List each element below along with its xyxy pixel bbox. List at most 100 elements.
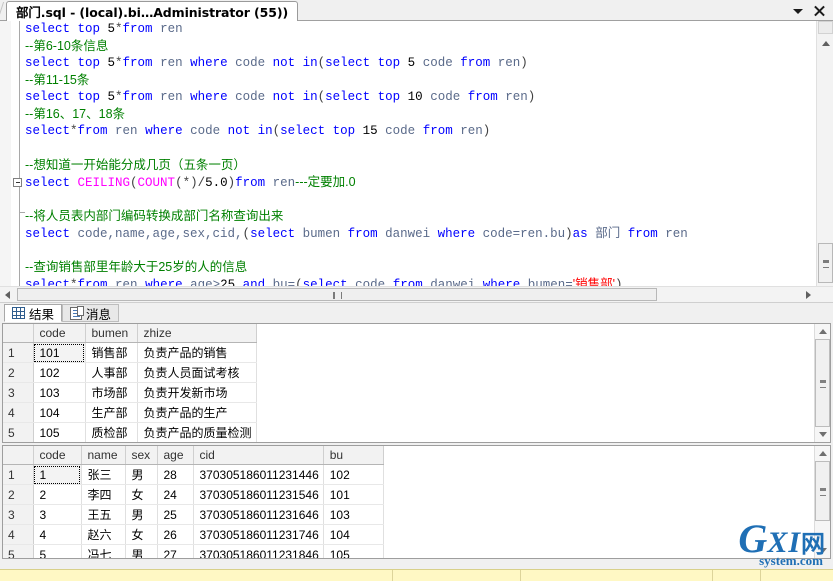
cell-bumen[interactable]: 市场部 (85, 382, 138, 403)
cell-sex[interactable]: 女 (125, 524, 158, 545)
cell-age[interactable]: 26 (157, 524, 194, 545)
table-row[interactable]: 2 102 人事部 负责人员面试考核 (3, 362, 257, 383)
column-header[interactable]: sex (125, 446, 158, 465)
table-row[interactable]: 5 105 质检部 负责产品的质量检测 (3, 422, 257, 442)
table-row[interactable]: 2 2 李四女 24 370305186011231546 101 (3, 484, 384, 505)
scroll-up-arrow-icon[interactable] (818, 35, 833, 51)
cell-code[interactable]: 2 (33, 484, 82, 505)
cell-age[interactable]: 28 (157, 464, 194, 485)
cell-zhize[interactable]: 负责产品的生产 (137, 402, 257, 423)
cell-bu[interactable]: 101 (323, 484, 384, 505)
cell-sex[interactable]: 男 (125, 504, 158, 525)
results-grid-departments[interactable]: code bumen zhize 1 101 销售部 负责产品的销售 2 102 人事部 负责人员面… (2, 323, 831, 443)
cell-zhize[interactable]: 负责人员面试考核 (137, 362, 257, 383)
cell-age[interactable]: 25 (157, 504, 194, 525)
sql-code-text[interactable]: select top 5*from ren --第6-10条信息 select to… (25, 21, 816, 302)
chevron-down-icon[interactable] (793, 5, 804, 16)
cell-cid[interactable]: 370305186011231646 (193, 504, 324, 525)
column-header[interactable]: code (33, 324, 86, 343)
table-row[interactable]: 4 4 赵六女 26 370305186011231746 104 (3, 524, 384, 545)
cell-zhize[interactable]: 负责产品的销售 (137, 342, 257, 363)
sql-editor-pane[interactable]: select top 5*from ren --第6-10条信息 select to… (0, 21, 833, 302)
table-row[interactable]: 3 3 王五男 25 370305186011231646 103 (3, 504, 384, 525)
row-number[interactable]: 4 (3, 402, 34, 423)
cell-sex[interactable]: 女 (125, 484, 158, 505)
cell-code[interactable]: 105 (33, 422, 86, 442)
grid2-vscroll-thumb[interactable] (815, 461, 830, 521)
cell-cid[interactable]: 370305186011231446 (193, 464, 324, 485)
cell-cid[interactable]: 370305186011231546 (193, 484, 324, 505)
cell-name[interactable]: 张三 (81, 464, 126, 485)
tab-results[interactable]: 结果 (4, 304, 63, 322)
column-header[interactable]: zhize (137, 324, 257, 343)
row-number[interactable]: 3 (3, 382, 34, 403)
grid1-vscroll-thumb[interactable] (815, 339, 830, 427)
tab-messages[interactable]: 消息 (62, 304, 120, 322)
cell-bu[interactable]: 102 (323, 464, 384, 485)
close-icon[interactable] (813, 4, 826, 17)
cell-code[interactable]: 5 (33, 544, 82, 558)
editor-vertical-scrollbar[interactable] (816, 21, 833, 302)
table-row[interactable]: 4 104 生产部 负责产品的生产 (3, 402, 257, 423)
column-header[interactable]: cid (193, 446, 324, 465)
cell-code[interactable]: 104 (33, 402, 86, 423)
editor-horizontal-scrollbar[interactable] (0, 286, 833, 302)
scroll-up-arrow-icon[interactable] (815, 446, 830, 461)
document-tab-active[interactable]: 部门.sql - (local).bi…Administrator (55)) (6, 1, 299, 21)
cell-bumen[interactable]: 生产部 (85, 402, 138, 423)
row-number[interactable]: 5 (3, 422, 34, 442)
cell-code[interactable]: 1 (33, 464, 82, 485)
cell-age[interactable]: 27 (157, 544, 194, 558)
grid1-vertical-scrollbar[interactable] (814, 324, 830, 442)
cell-sex[interactable]: 男 (125, 464, 158, 485)
scroll-up-arrow-icon[interactable] (815, 324, 830, 339)
cell-code[interactable]: 4 (33, 524, 82, 545)
cell-age[interactable]: 24 (157, 484, 194, 505)
table-row[interactable]: 1 1 张三男 28 370305186011231446 102 (3, 464, 384, 485)
cell-zhize[interactable]: 负责开发新市场 (137, 382, 257, 403)
scroll-down-arrow-icon[interactable] (815, 427, 830, 442)
cell-name[interactable]: 李四 (81, 484, 126, 505)
cell-bu[interactable]: 103 (323, 504, 384, 525)
row-number[interactable]: 2 (3, 484, 34, 505)
cell-bumen[interactable]: 质检部 (85, 422, 138, 442)
scroll-right-arrow-icon[interactable] (800, 287, 816, 302)
editor-vscroll-thumb[interactable] (818, 243, 833, 283)
scroll-down-arrow-icon[interactable] (815, 543, 830, 558)
scroll-left-arrow-icon[interactable] (0, 287, 16, 302)
column-header[interactable]: code (33, 446, 82, 465)
fold-collapse-box[interactable] (13, 178, 22, 187)
cell-name[interactable]: 赵六 (81, 524, 126, 545)
column-header[interactable] (3, 324, 34, 343)
cell-name[interactable]: 王五 (81, 504, 126, 525)
column-header[interactable]: bumen (85, 324, 138, 343)
cell-code[interactable]: 3 (33, 504, 82, 525)
cell-code[interactable]: 103 (33, 382, 86, 403)
cell-bu[interactable]: 104 (323, 524, 384, 545)
cell-bu[interactable]: 105 (323, 544, 384, 558)
results-grid-people[interactable]: code name sex age cid bu 1 1 张三男 28 37030518601123… (2, 445, 831, 559)
cell-cid[interactable]: 370305186011231746 (193, 524, 324, 545)
editor-split-button[interactable] (818, 21, 833, 34)
cell-bumen[interactable]: 销售部 (85, 342, 138, 363)
column-header[interactable]: age (157, 446, 194, 465)
row-number[interactable]: 1 (3, 342, 34, 363)
table-row[interactable]: 5 5 冯七男 27 370305186011231846 105 (3, 544, 384, 558)
cell-bumen[interactable]: 人事部 (85, 362, 138, 383)
cell-code[interactable]: 102 (33, 362, 86, 383)
cell-sex[interactable]: 男 (125, 544, 158, 558)
row-number[interactable]: 5 (3, 544, 34, 558)
row-number[interactable]: 4 (3, 524, 34, 545)
cell-code[interactable]: 101 (33, 342, 86, 363)
table-row[interactable]: 1 101 销售部 负责产品的销售 (3, 342, 257, 363)
row-number[interactable]: 2 (3, 362, 34, 383)
column-header[interactable] (3, 446, 34, 465)
table-row[interactable]: 3 103 市场部 负责开发新市场 (3, 382, 257, 403)
row-number[interactable]: 1 (3, 464, 34, 485)
column-header[interactable]: bu (323, 446, 384, 465)
row-number[interactable]: 3 (3, 504, 34, 525)
cell-name[interactable]: 冯七 (81, 544, 126, 558)
column-header[interactable]: name (81, 446, 126, 465)
editor-hscroll-thumb[interactable] (17, 288, 657, 301)
grid2-vertical-scrollbar[interactable] (814, 446, 830, 558)
